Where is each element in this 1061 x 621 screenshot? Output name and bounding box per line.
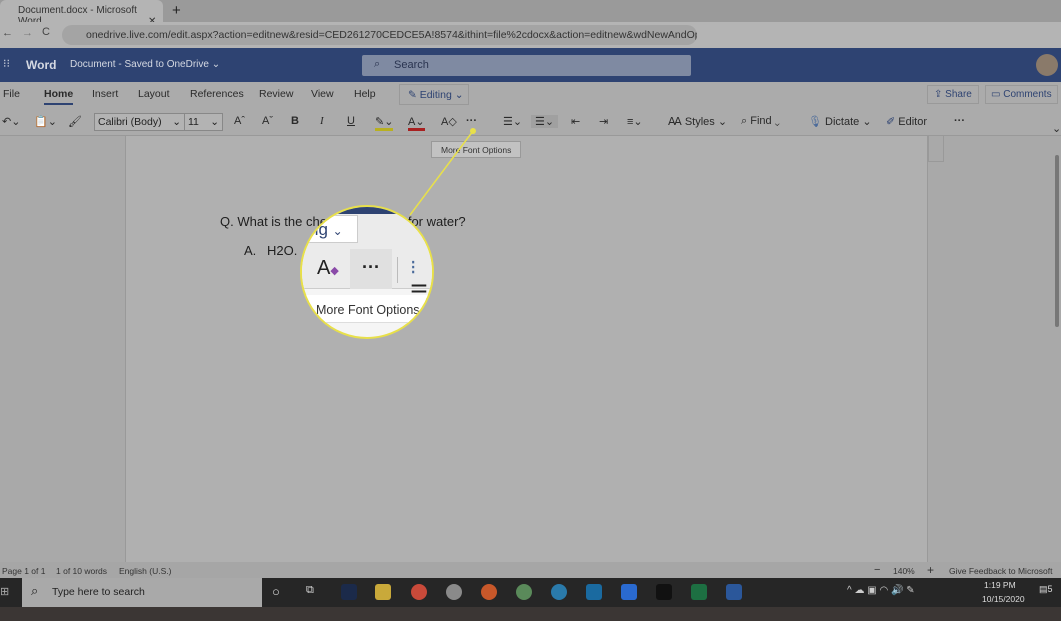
taskbar-search-placeholder: Type here to search	[52, 586, 145, 598]
chrome-icon[interactable]	[411, 584, 427, 600]
excel-icon[interactable]	[691, 584, 707, 600]
notifications-icon[interactable]: ▤5	[1039, 584, 1053, 595]
feedback-link[interactable]: Give Feedback to Microsoft	[949, 566, 1052, 576]
word-count[interactable]: 1 of 10 words	[56, 566, 107, 576]
app-icon[interactable]	[586, 584, 602, 600]
status-bar: Page 1 of 1 1 of 10 words English (U.S.)…	[0, 562, 1061, 578]
magnified-mode-text: ng	[309, 220, 328, 239]
word-icon[interactable]	[726, 584, 742, 600]
taskbar-search[interactable]: ⌕ Type here to search	[22, 578, 262, 607]
zoom-in-button[interactable]: +	[927, 563, 934, 577]
zoom-app-icon[interactable]	[621, 584, 637, 600]
background-strip	[0, 607, 1061, 621]
start-icon[interactable]: ⊞	[0, 585, 9, 598]
chrome-profile-icon[interactable]	[446, 584, 462, 600]
search-icon: ⌕	[31, 583, 39, 598]
photoshop-icon[interactable]	[341, 584, 357, 600]
callout-dot	[470, 128, 476, 134]
zoom-level[interactable]: 140%	[893, 566, 915, 576]
file-explorer-icon[interactable]	[375, 584, 391, 600]
magnified-editing-button: ng ⌄	[302, 215, 358, 243]
clock-date[interactable]: 10/15/2020	[982, 594, 1025, 604]
magnified-clear-formatting-icon: A◆	[317, 257, 339, 279]
callout-line	[409, 128, 476, 216]
firefox-icon[interactable]	[481, 584, 497, 600]
cortana-icon[interactable]: ○	[272, 584, 280, 599]
task-view-icon[interactable]: ⧉	[306, 584, 314, 597]
magnified-tooltip: More Font Options	[302, 295, 432, 323]
notification-count: 5	[1047, 584, 1053, 594]
page-count: Page 1 of 1	[2, 566, 46, 576]
magnified-tooltip-text: More Font Options	[316, 303, 420, 317]
magnified-more-button: ···	[350, 249, 392, 289]
edge-icon[interactable]	[551, 584, 567, 600]
acrobat-icon[interactable]	[656, 584, 672, 600]
magnifier: ng ⌄ A◆ ··· ⁝☰ More Font Options	[300, 205, 434, 339]
chrome-canary-icon[interactable]	[516, 584, 532, 600]
system-tray-icons[interactable]: ^ ☁ ▣ ◠ 🔊 ✎	[847, 585, 915, 596]
clock-time[interactable]: 1:19 PM	[984, 580, 1016, 590]
language[interactable]: English (U.S.)	[119, 566, 171, 576]
zoom-out-button[interactable]: −	[874, 564, 880, 576]
